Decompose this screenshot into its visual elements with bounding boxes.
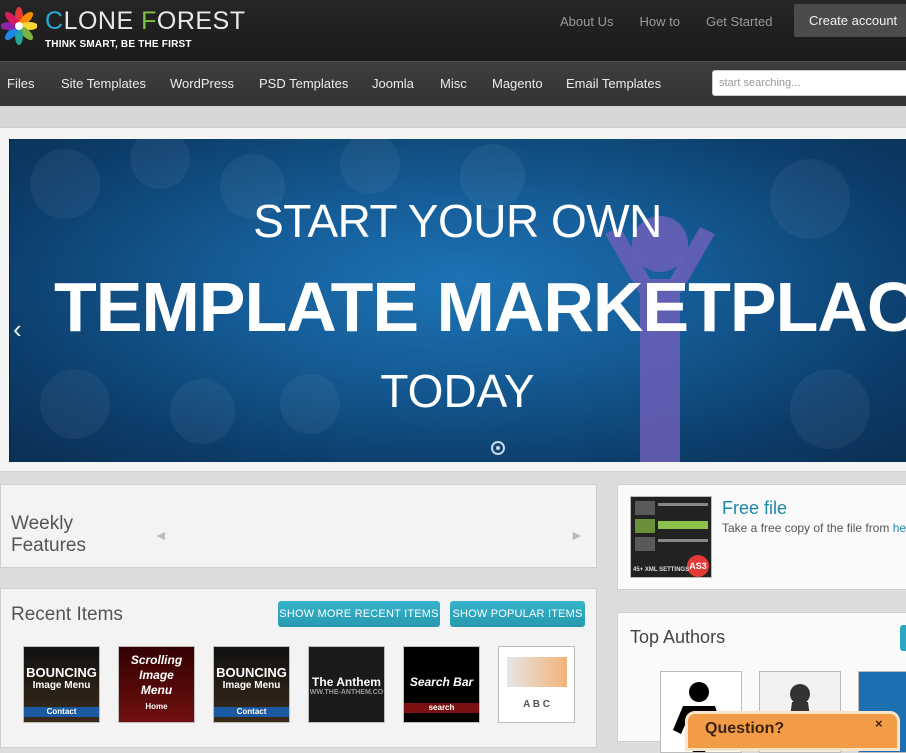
how-to-link[interactable]: How to — [639, 14, 679, 29]
thumb-footer: search — [404, 703, 479, 713]
thumb-row-image — [635, 501, 655, 515]
recent-item-thumb[interactable]: A B C — [498, 646, 575, 723]
weekly-features-title: Weekly Features — [11, 513, 86, 556]
free-file-title[interactable]: Free file — [722, 498, 787, 519]
recent-item-thumb[interactable]: Scrolling Image Menu Home — [118, 646, 195, 723]
brand-tagline: THINK SMART, BE THE FIRST — [45, 39, 192, 50]
nav-item-files[interactable]: Files — [7, 76, 34, 91]
brand-letter-c: C — [45, 7, 64, 35]
brand-text-lone: LONE — [63, 7, 142, 35]
thumb-subtitle: Image Menu — [222, 680, 281, 691]
free-file-desc-text: Take a free copy of the file from — [722, 521, 893, 535]
top-authors-title: Top Authors — [630, 627, 726, 647]
brand-name[interactable]: CLONE FOREST — [45, 7, 246, 36]
thumb-footer: Home — [145, 702, 168, 711]
get-started-link[interactable]: Get Started — [706, 14, 772, 29]
thumb-footer: Contact — [24, 707, 99, 717]
thumb-title: BOUNCING — [26, 665, 97, 680]
logo-flower-icon[interactable] — [1, 7, 37, 45]
slider-prev-arrow[interactable]: ‹ — [13, 314, 22, 345]
thumb-caption: 45+ XML SETTINGS — [633, 567, 690, 573]
recent-item-thumb[interactable]: BOUNCING Image Menu Contact — [213, 646, 290, 723]
thumb-row-image — [635, 537, 655, 551]
nav-item-wordpress[interactable]: WordPress — [170, 76, 234, 91]
nav-item-misc[interactable]: Misc — [440, 76, 467, 91]
thumb-subtitle: Image Menu — [32, 680, 91, 691]
thumb-row-image — [635, 519, 655, 533]
thumb-subtitle: Image — [139, 668, 174, 682]
free-file-link[interactable]: he — [893, 521, 906, 535]
weekly-prev-arrow-icon[interactable]: ◄ — [154, 527, 168, 543]
brand-letter-f: F — [141, 7, 157, 35]
thumb-preview-image — [507, 657, 567, 687]
nav-item-site-templates[interactable]: Site Templates — [61, 76, 146, 91]
hero-slide[interactable]: START YOUR OWN TEMPLATE MARKETPLACE TODA… — [9, 139, 906, 462]
thumb-row-text — [658, 539, 708, 542]
weekly-next-arrow-icon[interactable]: ► — [570, 527, 584, 543]
thumb-title: Search Bar — [409, 675, 474, 689]
thumb-footer: Contact — [214, 707, 289, 717]
top-authors-more-button[interactable] — [900, 625, 906, 651]
free-file-panel: AS3 45+ XML SETTINGS Free file Take a fr… — [617, 484, 906, 590]
question-chat-widget[interactable]: Question? × — [685, 711, 900, 751]
bg-figure-decoration — [340, 139, 400, 194]
nav-item-joomla[interactable]: Joomla — [372, 76, 414, 91]
search-input[interactable] — [713, 71, 906, 95]
thumb-title: The Anthem — [312, 675, 381, 689]
close-icon[interactable]: × — [875, 716, 883, 731]
thumb-title: Scrolling — [130, 653, 183, 667]
hero-slider-frame: START YOUR OWN TEMPLATE MARKETPLACE TODA… — [0, 127, 906, 472]
free-file-thumbnail[interactable]: AS3 45+ XML SETTINGS — [630, 496, 712, 578]
recent-item-thumb[interactable]: BOUNCING Image Menu Contact — [23, 646, 100, 723]
slider-dot-indicator[interactable] — [491, 441, 505, 455]
recent-item-thumb[interactable]: The Anthem WW.THE-ANTHEM.CO — [308, 646, 385, 723]
nav-item-psd-templates[interactable]: PSD Templates — [259, 76, 348, 91]
create-account-button[interactable]: Create account — [794, 4, 906, 37]
thumb-subtitle: Menu — [140, 683, 173, 697]
bg-figure-decoration — [130, 139, 190, 189]
nav-item-magento[interactable]: Magento — [492, 76, 543, 91]
recent-item-thumb[interactable]: Search Bar search — [403, 646, 480, 723]
about-us-link[interactable]: About Us — [560, 14, 613, 29]
thumb-row-highlight — [658, 521, 708, 529]
show-more-recent-button[interactable]: SHOW MORE RECENT ITEMS — [278, 601, 440, 627]
free-file-description: Take a free copy of the file from he — [722, 521, 906, 535]
recent-items-title: Recent Items — [11, 604, 123, 625]
hero-headline-bottom: TODAY — [380, 365, 535, 417]
brand-text-orest: OREST — [156, 7, 246, 35]
top-header: CLONE FOREST THINK SMART, BE THE FIRST A… — [0, 0, 906, 61]
hero-headline-main: TEMPLATE MARKETPLACE — [54, 268, 906, 346]
weekly-features-panel: Weekly Features ◄ ► — [0, 484, 597, 568]
as3-badge: AS3 — [687, 555, 709, 577]
thumb-title: A B C — [523, 699, 550, 710]
thumb-title: BOUNCING — [216, 665, 287, 680]
thumb-subtitle: WW.THE-ANTHEM.CO — [309, 689, 384, 696]
nav-item-email-templates[interactable]: Email Templates — [566, 76, 661, 91]
top-links: About Us How to Get Started — [560, 14, 798, 29]
search-box — [712, 70, 906, 96]
thumb-row-text — [658, 503, 708, 506]
show-popular-button[interactable]: SHOW POPULAR ITEMS — [450, 601, 585, 627]
question-label: Question? — [705, 720, 785, 737]
hero-headline-top: START YOUR OWN — [253, 195, 662, 247]
recent-items-panel: Recent Items SHOW MORE RECENT ITEMS SHOW… — [0, 588, 597, 748]
separator-bar — [0, 106, 906, 127]
